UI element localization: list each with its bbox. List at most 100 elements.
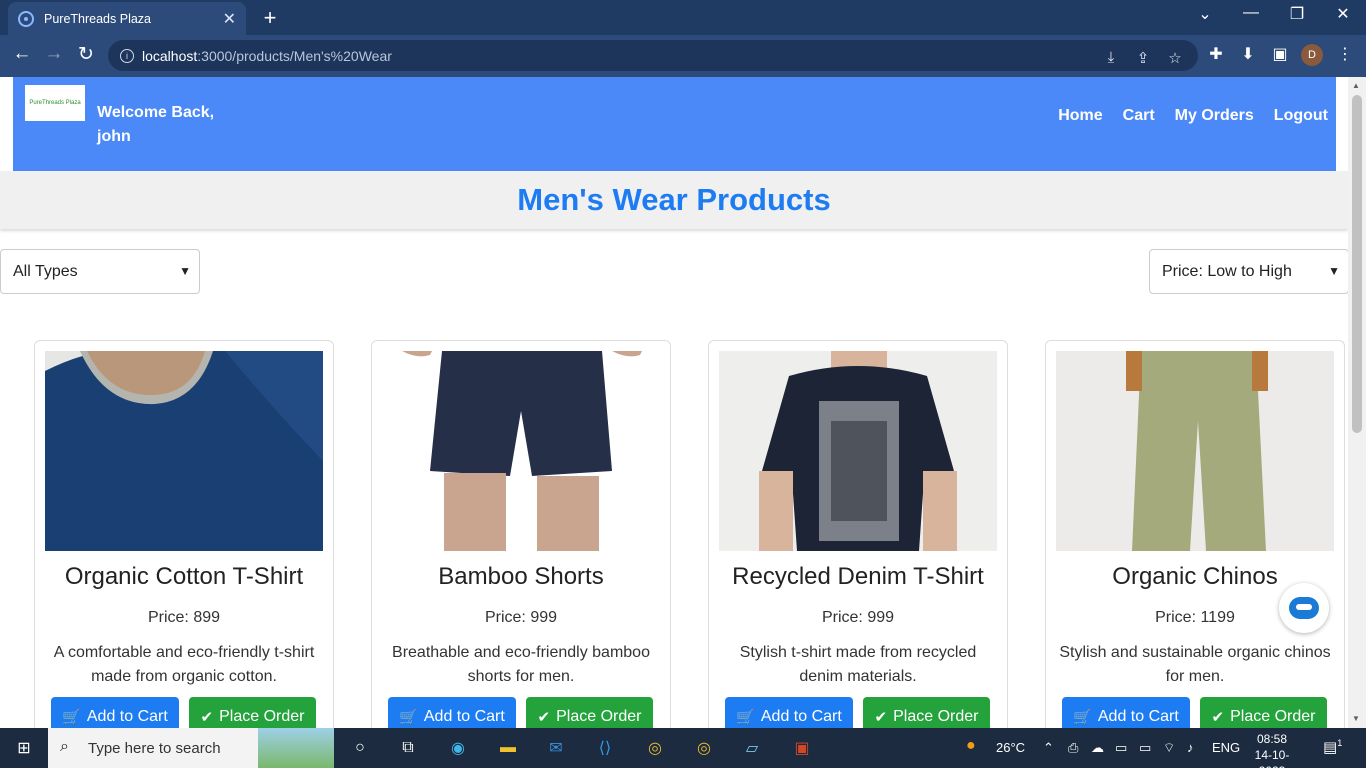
site-info-icon[interactable]: i (120, 48, 134, 63)
product-image[interactable] (45, 351, 323, 551)
profile-avatar[interactable]: D (1301, 44, 1323, 66)
page-title: Men's Wear Products (517, 182, 831, 217)
show-hidden-icons[interactable]: ⌃ (1043, 740, 1054, 756)
windows-start-icon[interactable]: ⊞ (12, 736, 36, 760)
url-host: localhost (142, 47, 198, 64)
downloads-icon[interactable]: ⬇ (1237, 44, 1259, 64)
add-to-cart-button[interactable]: 🛒 Add to Cart (388, 697, 516, 728)
back-icon[interactable]: ← (9, 43, 35, 65)
side-panel-icon[interactable]: ▣ (1269, 44, 1291, 64)
check-circle-icon: ✔ (874, 709, 888, 726)
add-to-cart-button[interactable]: 🛒 Add to Cart (1062, 697, 1190, 728)
nav-logout[interactable]: Logout (1274, 107, 1328, 125)
taskbar-search[interactable]: ⌕ Type here to search (48, 728, 334, 768)
add-to-cart-label: Add to Cart (760, 708, 842, 725)
welcome-message: Welcome Back, john (97, 104, 215, 145)
meet-icon[interactable]: ⎙ (1068, 740, 1078, 756)
sort-value: Price: Low to High (1162, 262, 1292, 280)
install-app-icon[interactable]: ⤓ (1100, 49, 1122, 66)
scroll-down-icon[interactable]: ▼ (1352, 714, 1360, 723)
nav-home[interactable]: Home (1058, 107, 1102, 125)
check-circle-icon: ✔ (200, 709, 214, 726)
place-order-button[interactable]: ✔ Place Order (863, 697, 990, 728)
browser-titlebar: PureThreads Plaza ✕ + ⌄ — ❐ ✕ (0, 0, 1366, 35)
page-scrollbar[interactable]: ▲ ▼ (1348, 77, 1366, 728)
chatbot-icon (1289, 597, 1319, 619)
add-to-cart-label: Add to Cart (1097, 708, 1179, 725)
product-price: Price: 999 (821, 609, 895, 626)
product-name: Recycled Denim T-Shirt (732, 563, 984, 590)
taskbar-search-placeholder: Type here to search (88, 739, 221, 757)
product-image[interactable] (1056, 351, 1334, 551)
new-tab-button[interactable]: + (258, 5, 282, 31)
chevron-down-icon: ▼ (179, 264, 191, 278)
file-explorer-icon[interactable]: ▬ (496, 736, 520, 760)
tablet-icon[interactable]: ▭ (1115, 740, 1127, 756)
edge-icon[interactable]: ◉ (446, 736, 470, 760)
sort-select[interactable]: Price: Low to High ▼ (1149, 249, 1348, 294)
scrollbar-thumb[interactable] (1352, 95, 1362, 433)
language-indicator[interactable]: ENG (1212, 740, 1240, 755)
page-heading-bar: Men's Wear Products (0, 171, 1348, 229)
address-bar[interactable]: i localhost:3000/products/Men's%20Wear ⤓… (108, 40, 1198, 71)
chatbot-button[interactable] (1279, 583, 1329, 633)
place-order-button[interactable]: ✔ Place Order (189, 697, 316, 728)
nav-my-orders[interactable]: My Orders (1175, 107, 1254, 125)
extensions-icon[interactable]: ✚ (1205, 44, 1227, 64)
menu-icon[interactable]: ⋮ (1334, 44, 1356, 64)
minimize-button[interactable]: — (1236, 4, 1266, 22)
react-favicon-icon (18, 10, 34, 27)
vscode-icon[interactable]: ⟨⟩ (593, 736, 617, 760)
place-order-label: Place Order (893, 708, 979, 725)
add-to-cart-button[interactable]: 🛒 Add to Cart (51, 697, 179, 728)
add-to-cart-button[interactable]: 🛒 Add to Cart (725, 697, 853, 728)
place-order-button[interactable]: ✔ Place Order (526, 697, 653, 728)
product-card: Recycled Denim T-Shirt Price: 999 Stylis… (708, 340, 1008, 728)
chrome-icon[interactable]: ◎ (643, 736, 667, 760)
close-tab-icon[interactable]: ✕ (223, 9, 236, 29)
mail-icon[interactable]: ✉ (544, 736, 568, 760)
product-description: Stylish and sustainable organic chinos f… (1059, 644, 1331, 685)
add-to-cart-label: Add to Cart (86, 708, 168, 725)
battery-icon[interactable]: ▭ (1139, 740, 1151, 756)
clock[interactable]: 08:58 14-10-2023 (1242, 731, 1302, 768)
type-filter-select[interactable]: All Types ▼ (0, 249, 200, 294)
volume-icon[interactable]: ♪ (1187, 740, 1194, 755)
notepad-icon[interactable]: ▱ (740, 736, 764, 760)
browser-tab[interactable]: PureThreads Plaza ✕ (8, 2, 246, 35)
close-window-button[interactable]: ✕ (1328, 4, 1358, 24)
onedrive-icon[interactable]: ☁ (1091, 740, 1104, 756)
notification-icon[interactable]: ▤1 (1323, 738, 1342, 756)
site-logo[interactable]: PureThreads Plaza (25, 85, 85, 121)
task-view-icon[interactable]: ⧉ (396, 736, 420, 760)
reload-icon[interactable]: ↻ (73, 43, 99, 66)
add-to-cart-label: Add to Cart (423, 708, 505, 725)
product-description: Stylish t-shirt made from recycled denim… (739, 644, 977, 685)
product-card: Organic Cotton T-Shirt Price: 899 A comf… (34, 340, 334, 728)
place-order-label: Place Order (1230, 708, 1316, 725)
chrome-profile-icon[interactable]: ◎ (692, 736, 716, 760)
wifi-icon[interactable]: ⌔ (1163, 740, 1175, 756)
place-order-button[interactable]: ✔ Place Order (1200, 697, 1327, 728)
browser-toolbar: ← → ↻ i localhost:3000/products/Men's%20… (0, 35, 1366, 77)
forward-icon[interactable]: → (41, 43, 67, 65)
bookmark-star-icon[interactable]: ☆ (1164, 49, 1186, 67)
powerpoint-icon[interactable]: ▣ (790, 736, 814, 760)
scroll-up-icon[interactable]: ▲ (1352, 81, 1360, 90)
product-price: Price: 999 (484, 609, 558, 626)
cart-icon: 🛒 (1073, 709, 1092, 726)
weather-icon[interactable]: ● (966, 737, 976, 755)
tab-title: PureThreads Plaza (44, 11, 152, 26)
tab-search-icon[interactable]: ⌄ (1190, 4, 1220, 24)
product-price: Price: 899 (147, 609, 221, 626)
clock-time: 08:58 (1256, 732, 1288, 746)
product-image[interactable] (719, 351, 997, 551)
product-image[interactable] (382, 351, 660, 551)
chevron-down-icon: ▼ (1328, 264, 1340, 278)
restore-button[interactable]: ❐ (1282, 4, 1312, 24)
share-icon[interactable]: ⇪ (1132, 49, 1154, 67)
nav-cart[interactable]: Cart (1123, 107, 1155, 125)
logo-text: PureThreads Plaza (29, 100, 81, 106)
cortana-icon[interactable]: ○ (348, 736, 372, 760)
weather-temp[interactable]: 26°C (996, 740, 1025, 755)
